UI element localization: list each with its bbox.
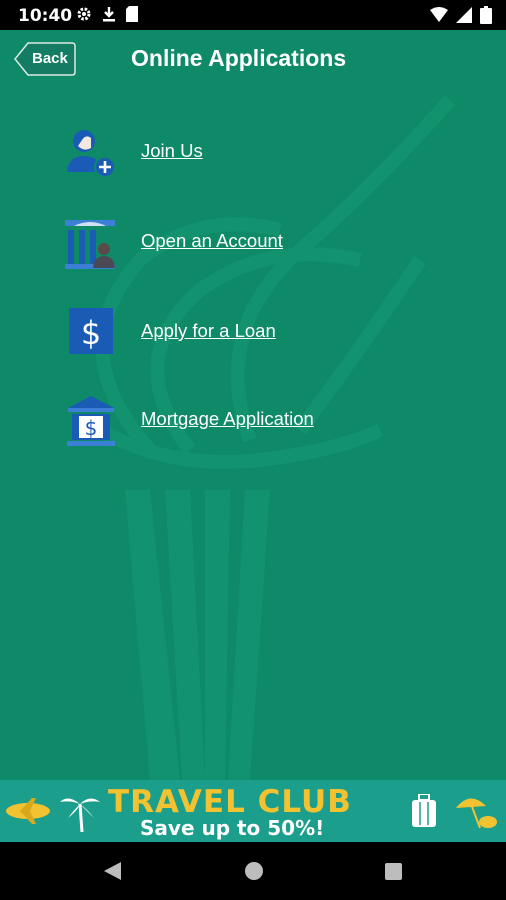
- menu-item-label[interactable]: Join Us: [141, 140, 203, 162]
- palm-tree-icon: [60, 798, 100, 832]
- suitcase-icon: [412, 794, 436, 827]
- add-user-icon: [67, 130, 116, 178]
- banner-subline: Save up to 50%!: [140, 816, 325, 840]
- svg-text:$: $: [85, 416, 98, 440]
- download-icon: [103, 7, 115, 22]
- cellular-signal-icon: [456, 7, 472, 23]
- bank-account-icon: [65, 220, 115, 269]
- back-triangle-icon[interactable]: [101, 860, 123, 882]
- gear-icon: [77, 7, 91, 21]
- app-screen: Back Online Applications Join Us Open an…: [0, 30, 506, 780]
- menu-item-mortgage-application[interactable]: $ Mortgage Application: [64, 394, 384, 450]
- menu-item-label[interactable]: Mortgage Application: [141, 408, 314, 430]
- system-navigation-bar: [0, 842, 506, 900]
- home-circle-icon[interactable]: [243, 860, 265, 882]
- menu-item-label[interactable]: Apply for a Loan: [141, 320, 276, 342]
- svg-text:$: $: [81, 314, 101, 352]
- banner-headline: TRAVEL CLUB: [108, 784, 352, 820]
- wifi-icon: [430, 7, 448, 22]
- airplane-icon: [6, 798, 50, 824]
- sd-card-icon: [126, 6, 138, 22]
- menu-item-join-us[interactable]: Join Us: [64, 126, 384, 182]
- recents-square-icon[interactable]: [382, 860, 404, 882]
- back-button[interactable]: Back: [14, 42, 76, 76]
- menu-item-open-account[interactable]: Open an Account: [64, 216, 384, 272]
- page-title: Online Applications: [131, 45, 347, 71]
- back-button-label: Back: [32, 50, 68, 67]
- travel-club-banner[interactable]: TRAVEL CLUB Save up to 50%!: [0, 780, 506, 842]
- battery-icon: [480, 6, 492, 24]
- menu-item-label[interactable]: Open an Account: [141, 230, 283, 252]
- dollar-icon: $: [69, 308, 113, 354]
- bank-dollar-icon: $: [67, 396, 115, 446]
- status-bar: 10:40: [0, 0, 506, 30]
- status-time: 10:40: [18, 6, 73, 26]
- menu-item-apply-loan[interactable]: $ Apply for a Loan: [64, 306, 384, 362]
- beach-umbrella-icon: [456, 798, 497, 829]
